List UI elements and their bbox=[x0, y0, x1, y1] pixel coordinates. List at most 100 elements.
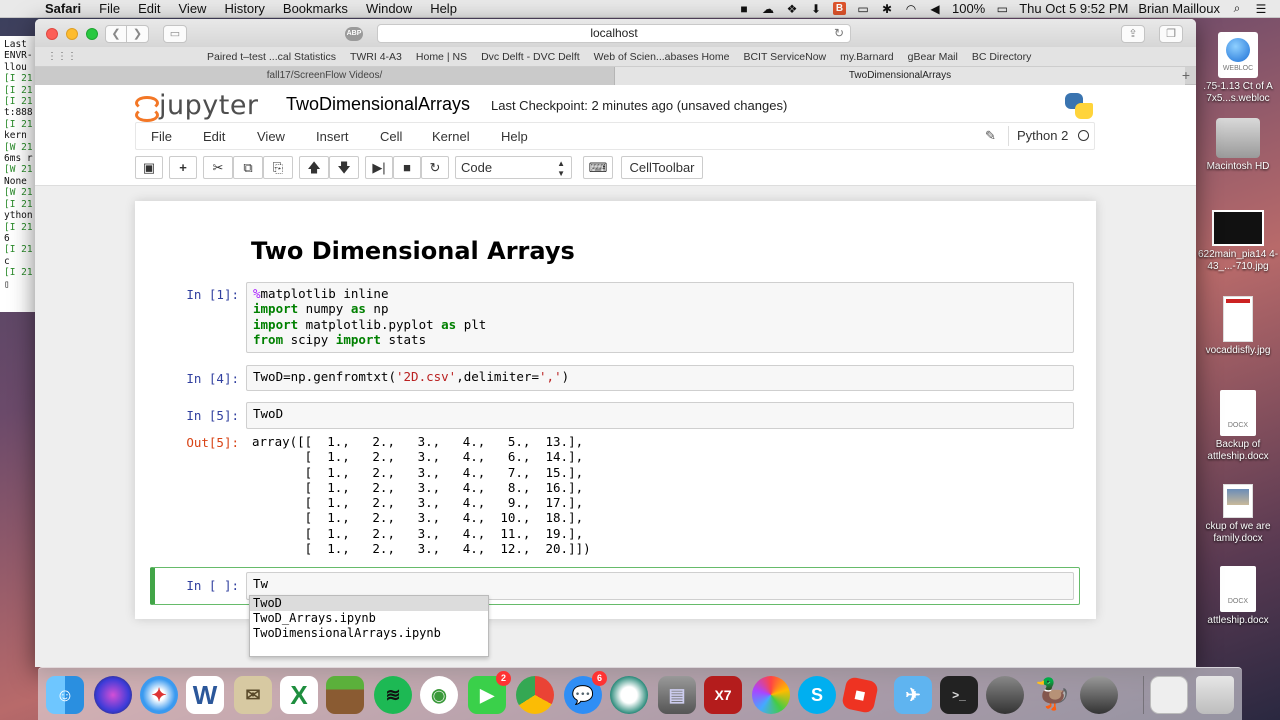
interrupt-kernel-icon[interactable]: ■ bbox=[393, 156, 421, 179]
notebook-name[interactable]: TwoDimensionalArrays bbox=[286, 94, 470, 115]
roblox-icon[interactable]: ■ bbox=[841, 676, 879, 714]
menubar-history[interactable]: History bbox=[215, 1, 273, 16]
bookmark-link[interactable]: BC Directory bbox=[972, 51, 1032, 63]
save-icon[interactable]: ▣ bbox=[135, 156, 163, 179]
anaconda-icon[interactable]: ◉ bbox=[420, 676, 458, 714]
markdown-heading[interactable]: Two Dimensional Arrays bbox=[251, 237, 575, 265]
clock[interactable]: Thu Oct 5 9:52 PM bbox=[1019, 1, 1128, 16]
insert-cell-below-icon[interactable]: + bbox=[169, 156, 197, 179]
screenflow2-icon[interactable] bbox=[1080, 676, 1118, 714]
wifi-icon[interactable]: ◠ bbox=[904, 2, 918, 16]
bookmark-link[interactable]: my.Barnard bbox=[840, 51, 894, 63]
adblock-icon[interactable]: ABP bbox=[345, 27, 363, 41]
bluetooth-icon[interactable]: ✱ bbox=[880, 2, 894, 16]
photostransfer-icon[interactable]: ▤ bbox=[658, 676, 696, 714]
desktop-webloc-file[interactable]: WEBLOC .75-1.13 Ct of A 7x5...s.webloc bbox=[1196, 32, 1280, 105]
copy-icon[interactable]: ⧉ bbox=[233, 156, 263, 179]
jupyter-logo[interactable]: jupyter bbox=[135, 90, 259, 122]
share-icon[interactable]: ⇪ bbox=[1121, 25, 1145, 43]
back-button[interactable]: ❮ bbox=[105, 25, 127, 43]
top-sites-grid-icon[interactable]: ⋮⋮⋮ bbox=[47, 51, 77, 62]
spotlight-search-icon[interactable]: ⌕ bbox=[1230, 1, 1244, 16]
quickshare-icon[interactable] bbox=[610, 676, 648, 714]
autocomplete-option[interactable]: TwoD bbox=[250, 596, 488, 612]
run-cell-icon[interactable]: ▶| bbox=[365, 156, 393, 179]
endnote-icon[interactable]: X7 bbox=[704, 676, 742, 714]
cyberduck-icon[interactable]: 🦆 bbox=[1034, 676, 1072, 714]
messages-icon[interactable]: 💬 6 bbox=[564, 671, 607, 714]
tab-two-dimensional-arrays[interactable]: TwoDimensionalArrays bbox=[615, 67, 1185, 85]
autocomplete-option[interactable]: TwoD_Arrays.ipynb bbox=[250, 611, 488, 626]
bookmark-link[interactable]: Dvc Delft - DVC Delft bbox=[481, 51, 580, 63]
code-cell-input[interactable]: TwoD=np.genfromtxt('2D.csv',delimiter=',… bbox=[246, 365, 1074, 391]
terminal-window-edge[interactable]: Last ENVR-llou [I 21 [I 21 [I 21 t:888 [I 21 k… bbox=[0, 36, 36, 312]
bookmark-link[interactable]: BCIT ServiceNow bbox=[743, 51, 826, 63]
desktop-docx-file-3[interactable]: DOCX attleship.docx bbox=[1196, 566, 1280, 627]
skype-icon[interactable]: S bbox=[798, 676, 836, 714]
documents-icon[interactable] bbox=[1150, 676, 1188, 714]
move-up-icon[interactable]: 🡅 bbox=[299, 156, 329, 179]
bartender-icon[interactable]: B bbox=[832, 2, 846, 15]
safari-icon[interactable]: ✦ bbox=[140, 676, 178, 714]
menu-edit[interactable]: Edit bbox=[203, 129, 225, 144]
minimize-window-button[interactable] bbox=[66, 28, 78, 40]
finder-icon[interactable]: ☺ bbox=[46, 676, 84, 714]
siri-icon[interactable] bbox=[94, 676, 132, 714]
close-window-button[interactable] bbox=[46, 28, 58, 40]
bookmark-link[interactable]: Home | NS bbox=[416, 51, 467, 63]
move-down-icon[interactable]: 🡇 bbox=[329, 156, 359, 179]
terminal-icon[interactable]: >_ bbox=[940, 676, 978, 714]
paste-icon[interactable]: ⎘ bbox=[263, 156, 293, 179]
photos-icon[interactable] bbox=[752, 676, 790, 714]
menu-file[interactable]: File bbox=[151, 129, 172, 144]
volume-icon[interactable]: ◀ bbox=[928, 2, 942, 16]
camera-icon[interactable]: ■ bbox=[737, 2, 751, 16]
excel-icon[interactable]: X bbox=[280, 676, 318, 714]
code-cell-input[interactable]: TwoD bbox=[246, 402, 1074, 429]
notification-center-icon[interactable]: ☰ bbox=[1254, 2, 1268, 16]
new-tab-icon[interactable]: + bbox=[1182, 67, 1190, 83]
address-bar[interactable]: localhost ↻ bbox=[377, 24, 851, 43]
menubar-view[interactable]: View bbox=[170, 1, 216, 16]
reload-icon[interactable]: ↻ bbox=[834, 25, 844, 42]
forward-button[interactable]: ❯ bbox=[127, 25, 149, 43]
sidebar-toggle-icon[interactable]: ▭ bbox=[163, 25, 187, 43]
autocomplete-dropdown[interactable]: TwoD TwoD_Arrays.ipynb TwoDimensionalArr… bbox=[249, 595, 489, 657]
desktop-docx-file[interactable]: DOCX Backup of attleship.docx bbox=[1196, 390, 1280, 463]
menu-cell[interactable]: Cell bbox=[380, 129, 402, 144]
celltoolbar-button[interactable]: CellToolbar bbox=[621, 156, 703, 179]
command-palette-keyboard-icon[interactable]: ⌨ bbox=[583, 156, 613, 179]
chrome-icon[interactable] bbox=[516, 676, 554, 714]
restart-kernel-icon[interactable]: ↻ bbox=[421, 156, 449, 179]
menu-view[interactable]: View bbox=[257, 129, 285, 144]
menubar-bookmarks[interactable]: Bookmarks bbox=[274, 1, 357, 16]
tab-screenflow-videos[interactable]: fall17/ScreenFlow Videos/ bbox=[35, 67, 615, 85]
preview-icon[interactable]: ✉ bbox=[234, 676, 272, 714]
word-icon[interactable]: W bbox=[186, 676, 224, 714]
desktop-docx-file-2[interactable]: ckup of we are family.docx bbox=[1196, 484, 1280, 545]
desktop-macintosh-hd[interactable]: Macintosh HD bbox=[1196, 118, 1280, 173]
trash-icon[interactable] bbox=[1196, 676, 1234, 714]
menubar-file[interactable]: File bbox=[90, 1, 129, 16]
autocomplete-option[interactable]: TwoDimensionalArrays.ipynb bbox=[250, 626, 488, 641]
download-icon[interactable]: ⬇ bbox=[809, 2, 823, 16]
battery-icon[interactable]: ▭ bbox=[995, 2, 1009, 16]
bookmark-link[interactable]: Paired t–test ...cal Statistics bbox=[207, 51, 336, 63]
cell-type-select[interactable]: Code ▲ ▼ bbox=[455, 156, 572, 179]
desktop-photo-file[interactable]: 622main_pia14 4-43_...-710.jpg bbox=[1196, 210, 1280, 273]
spotify-icon[interactable]: ≋ bbox=[374, 676, 412, 714]
code-cell-input[interactable]: %matplotlib inline import numpy as np impo… bbox=[246, 282, 1074, 353]
kernel-indicator[interactable]: Python 2 bbox=[1008, 126, 1068, 146]
minecraft-icon[interactable] bbox=[326, 676, 364, 714]
facetime-icon[interactable]: ▶ 2 bbox=[468, 671, 511, 714]
creative-cloud-icon[interactable]: ☁ bbox=[761, 2, 775, 16]
screenflow-icon[interactable] bbox=[986, 676, 1024, 714]
menu-kernel[interactable]: Kernel bbox=[432, 129, 470, 144]
bookmark-link[interactable]: gBear Mail bbox=[908, 51, 958, 63]
bookmark-link[interactable]: Web of Scien...abases Home bbox=[594, 51, 730, 63]
show-tabs-icon[interactable]: ❐ bbox=[1159, 25, 1183, 43]
screenflow-menu-icon[interactable]: ▭ bbox=[856, 2, 870, 16]
menu-insert[interactable]: Insert bbox=[316, 129, 349, 144]
menubar-window[interactable]: Window bbox=[357, 1, 421, 16]
menubar-app-name[interactable]: Safari bbox=[36, 1, 90, 16]
